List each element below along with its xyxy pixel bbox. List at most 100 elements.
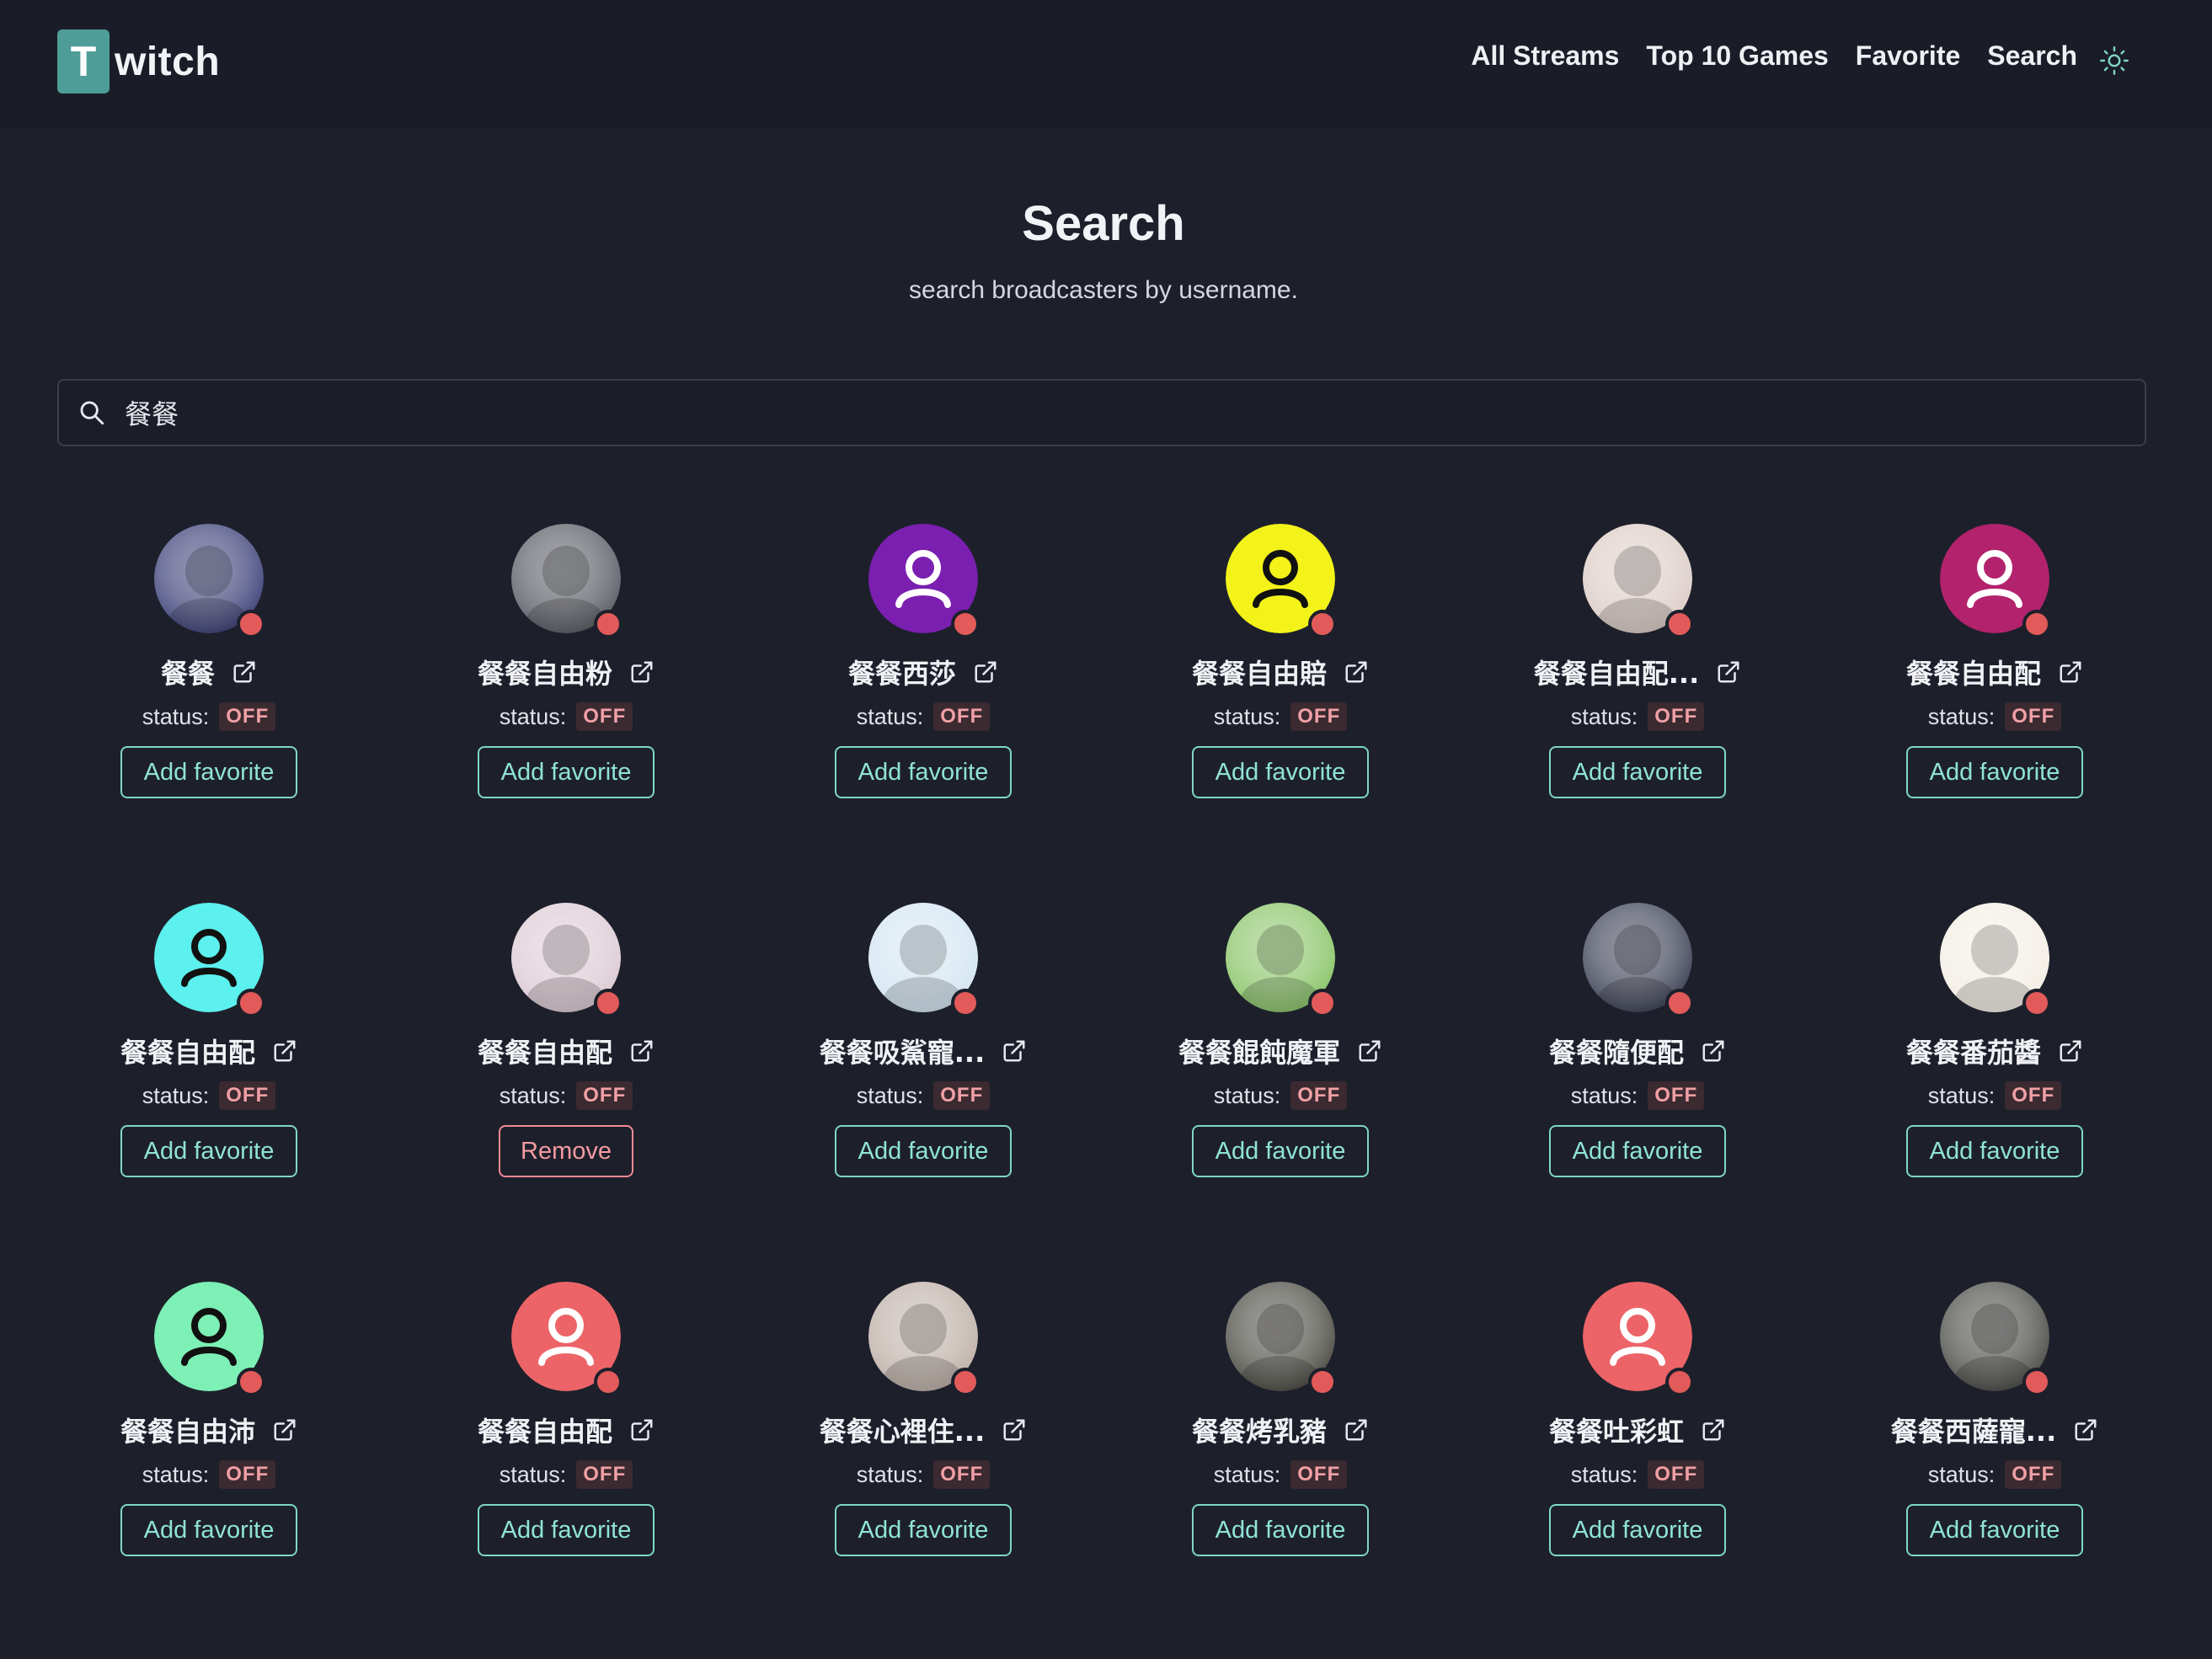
app-logo[interactable]: T witch bbox=[57, 29, 220, 93]
status-row: status: OFF bbox=[857, 1460, 991, 1489]
broadcaster-name[interactable]: 餐餐自由賠 bbox=[1192, 653, 1327, 691]
external-link-icon[interactable] bbox=[1701, 1038, 1726, 1064]
broadcaster-name[interactable]: 餐餐自由配 bbox=[120, 1032, 255, 1070]
broadcaster-name[interactable]: 餐餐自由配... bbox=[1534, 653, 1699, 691]
add-favorite-button[interactable]: Add favorite bbox=[1548, 1504, 1727, 1556]
external-link-icon[interactable] bbox=[629, 659, 655, 685]
add-favorite-button[interactable]: Add favorite bbox=[1191, 746, 1370, 798]
sun-icon[interactable] bbox=[2097, 44, 2131, 77]
name-row: 餐餐烤乳豬 bbox=[1192, 1411, 1369, 1448]
broadcaster-name[interactable]: 餐餐西莎 bbox=[848, 653, 956, 691]
offline-status-dot bbox=[237, 989, 265, 1017]
external-link-icon[interactable] bbox=[1701, 1417, 1726, 1443]
status-row: status: OFF bbox=[500, 702, 633, 731]
external-link-icon[interactable] bbox=[629, 1417, 655, 1443]
avatar-wrap bbox=[1226, 1282, 1337, 1396]
broadcaster-name[interactable]: 餐餐自由粉 bbox=[478, 653, 612, 691]
offline-status-dot bbox=[237, 1368, 265, 1396]
status-badge: OFF bbox=[1648, 1460, 1705, 1489]
external-link-icon[interactable] bbox=[2058, 659, 2083, 685]
search-box bbox=[57, 379, 2146, 446]
add-favorite-button[interactable]: Add favorite bbox=[120, 1125, 298, 1177]
broadcaster-card: 餐餐吐彩虹 status: OFF Add favorite bbox=[1459, 1280, 1816, 1659]
status-row: status: OFF bbox=[500, 1081, 633, 1110]
external-link-icon[interactable] bbox=[973, 659, 998, 685]
name-row: 餐餐吸鯊寵... bbox=[820, 1032, 1027, 1070]
external-link-icon[interactable] bbox=[1716, 659, 1741, 685]
broadcaster-card: 餐餐自由沛 status: OFF Add favorite bbox=[30, 1280, 387, 1659]
offline-status-dot bbox=[1308, 610, 1337, 638]
status-badge: OFF bbox=[219, 1460, 276, 1489]
offline-status-dot bbox=[2022, 1368, 2051, 1396]
name-row: 餐餐西莎 bbox=[848, 653, 998, 691]
status-badge: OFF bbox=[933, 1460, 991, 1489]
external-link-icon[interactable] bbox=[1357, 1038, 1382, 1064]
add-favorite-button[interactable]: Add favorite bbox=[1905, 746, 2084, 798]
offline-status-dot bbox=[1665, 610, 1694, 638]
status-badge: OFF bbox=[1290, 1081, 1348, 1110]
status-row: status: OFF bbox=[1571, 1460, 1705, 1489]
broadcaster-name[interactable]: 餐餐自由沛 bbox=[120, 1411, 255, 1449]
status-badge: OFF bbox=[1290, 702, 1348, 731]
avatar-wrap bbox=[511, 903, 622, 1017]
add-favorite-button[interactable]: Add favorite bbox=[120, 1504, 298, 1556]
avatar-wrap bbox=[511, 524, 622, 638]
broadcaster-name[interactable]: 餐餐吸鯊寵... bbox=[820, 1032, 985, 1070]
name-row: 餐餐隨便配 bbox=[1549, 1032, 1726, 1070]
add-favorite-button[interactable]: Add favorite bbox=[120, 746, 298, 798]
remove-favorite-button[interactable]: Remove bbox=[499, 1125, 633, 1177]
broadcaster-card: 餐餐烤乳豬 status: OFF Add favorite bbox=[1102, 1280, 1459, 1659]
add-favorite-button[interactable]: Add favorite bbox=[1905, 1504, 2084, 1556]
broadcaster-name[interactable]: 餐餐番茄醬 bbox=[1906, 1032, 2041, 1070]
status-badge: OFF bbox=[1290, 1460, 1348, 1489]
add-favorite-button[interactable]: Add favorite bbox=[1548, 746, 1727, 798]
external-link-icon[interactable] bbox=[272, 1038, 297, 1064]
broadcaster-name[interactable]: 餐餐吐彩虹 bbox=[1549, 1411, 1684, 1449]
external-link-icon[interactable] bbox=[2058, 1038, 2083, 1064]
name-row: 餐餐自由配 bbox=[120, 1032, 297, 1070]
external-link-icon[interactable] bbox=[2073, 1417, 2098, 1443]
search-input[interactable] bbox=[125, 387, 2145, 438]
add-favorite-button[interactable]: Add favorite bbox=[1905, 1125, 2084, 1177]
status-label: status: bbox=[142, 1461, 210, 1487]
add-favorite-button[interactable]: Add favorite bbox=[834, 1504, 1012, 1556]
avatar-wrap bbox=[1226, 903, 1337, 1017]
external-link-icon[interactable] bbox=[232, 659, 257, 685]
add-favorite-button[interactable]: Add favorite bbox=[477, 746, 655, 798]
status-row: status: OFF bbox=[142, 1460, 276, 1489]
broadcaster-name[interactable]: 餐餐隨便配 bbox=[1549, 1032, 1684, 1070]
nav-all-streams[interactable]: All Streams bbox=[1471, 40, 1619, 72]
nav-top-10-games[interactable]: Top 10 Games bbox=[1646, 40, 1828, 72]
avatar-wrap bbox=[1940, 1282, 2051, 1396]
status-label: status: bbox=[1570, 1461, 1638, 1487]
status-badge: OFF bbox=[1648, 1081, 1705, 1110]
add-favorite-button[interactable]: Add favorite bbox=[1191, 1125, 1370, 1177]
external-link-icon[interactable] bbox=[1002, 1417, 1027, 1443]
external-link-icon[interactable] bbox=[1344, 1417, 1369, 1443]
external-link-icon[interactable] bbox=[629, 1038, 655, 1064]
broadcaster-name[interactable]: 餐餐自由配 bbox=[478, 1411, 612, 1449]
external-link-icon[interactable] bbox=[1002, 1038, 1027, 1064]
add-favorite-button[interactable]: Add favorite bbox=[1191, 1504, 1370, 1556]
broadcaster-name[interactable]: 餐餐 bbox=[161, 653, 215, 691]
name-row: 餐餐自由粉 bbox=[478, 653, 655, 691]
add-favorite-button[interactable]: Add favorite bbox=[834, 1125, 1012, 1177]
nav-search[interactable]: Search bbox=[1987, 40, 2077, 72]
page-title: Search bbox=[1022, 196, 1185, 251]
broadcaster-name[interactable]: 餐餐西薩寵... bbox=[1891, 1411, 2056, 1449]
broadcaster-name[interactable]: 餐餐自由配 bbox=[1906, 653, 2041, 691]
status-badge: OFF bbox=[2005, 702, 2062, 731]
add-favorite-button[interactable]: Add favorite bbox=[1548, 1125, 1727, 1177]
external-link-icon[interactable] bbox=[272, 1417, 297, 1443]
broadcaster-card: 餐餐餛飩魔軍 status: OFF Add favorite bbox=[1102, 901, 1459, 1280]
status-label: status: bbox=[499, 1461, 567, 1487]
add-favorite-button[interactable]: Add favorite bbox=[477, 1504, 655, 1556]
nav-favorite[interactable]: Favorite bbox=[1856, 40, 1960, 72]
status-label: status: bbox=[1927, 1461, 1996, 1487]
add-favorite-button[interactable]: Add favorite bbox=[834, 746, 1012, 798]
broadcaster-name[interactable]: 餐餐心裡住... bbox=[820, 1411, 985, 1449]
broadcaster-name[interactable]: 餐餐餛飩魔軍 bbox=[1178, 1032, 1340, 1070]
external-link-icon[interactable] bbox=[1344, 659, 1369, 685]
broadcaster-name[interactable]: 餐餐烤乳豬 bbox=[1192, 1411, 1327, 1449]
broadcaster-name[interactable]: 餐餐自由配 bbox=[478, 1032, 612, 1070]
